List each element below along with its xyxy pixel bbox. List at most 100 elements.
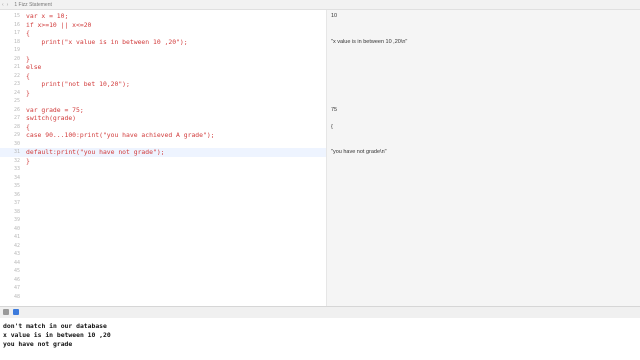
line-number: 32: [13, 157, 20, 164]
code-line[interactable]: 23 print("not bet 10,20");: [0, 80, 326, 89]
code-text[interactable]: {: [26, 123, 30, 132]
line-number: 23: [13, 81, 20, 87]
line-number: 31: [13, 149, 20, 155]
line-number: 15: [13, 13, 20, 19]
code-line[interactable]: 39: [0, 216, 326, 225]
back-icon[interactable]: ‹: [2, 2, 4, 8]
line-number: 42: [13, 242, 20, 249]
line-number: 20: [13, 55, 20, 62]
code-line[interactable]: 15 var x = 10;: [0, 12, 326, 21]
code-line[interactable]: 31 default:print("you have not grade");: [0, 148, 326, 157]
line-number: 19: [13, 47, 20, 53]
nav-arrows: ‹ ›: [2, 2, 8, 8]
line-number: 17: [13, 30, 20, 36]
result-value[interactable]: 75: [331, 107, 337, 113]
code-line[interactable]: 22 {: [0, 72, 326, 81]
code-text[interactable]: print("x value is in between 10 ,20");: [26, 38, 187, 47]
title-bar: ‹ › 1 Fizz Statement: [0, 0, 640, 10]
code-text[interactable]: else: [26, 63, 41, 72]
code-line[interactable]: 17 {: [0, 29, 326, 38]
result-value[interactable]: "you have not grade\n": [331, 149, 387, 155]
code-text[interactable]: }: [26, 89, 30, 98]
result-value[interactable]: {: [331, 124, 333, 130]
code-line[interactable]: 28 {: [0, 123, 326, 132]
console-output: don't match in our database x value is in…: [0, 318, 640, 360]
code-line[interactable]: 25: [0, 97, 326, 106]
code-line[interactable]: 33: [0, 165, 326, 174]
code-line[interactable]: 45: [0, 267, 326, 276]
result-value[interactable]: "x value is in between 10 ,20\n": [331, 39, 407, 45]
code-text[interactable]: if x>=10 || x<=20: [26, 21, 91, 30]
code-line[interactable]: 20}: [0, 55, 326, 64]
line-number: 41: [13, 234, 20, 240]
run-playground-icon[interactable]: [13, 309, 19, 315]
code-line[interactable]: 37: [0, 199, 326, 208]
line-number: 28: [13, 123, 20, 130]
code-line[interactable]: 42: [0, 242, 326, 251]
code-text[interactable]: switch(grade): [26, 114, 76, 123]
console-line: you have not grade: [3, 340, 73, 348]
code-line[interactable]: 34: [0, 174, 326, 183]
code-line[interactable]: 38: [0, 208, 326, 217]
console-line: don't match in our database: [3, 322, 107, 330]
code-line[interactable]: 40: [0, 225, 326, 234]
line-number: 18: [13, 38, 20, 45]
hide-debug-area-icon[interactable]: [3, 309, 9, 315]
line-number: 38: [13, 208, 20, 215]
code-text[interactable]: }: [26, 157, 30, 166]
line-number: 26: [13, 106, 20, 113]
code-line[interactable]: 21 else: [0, 63, 326, 72]
code-text[interactable]: case 90...100:print("you have achieved A…: [26, 131, 215, 140]
code-line[interactable]: 24}: [0, 89, 326, 98]
code-text[interactable]: default:print("you have not grade");: [26, 148, 165, 157]
line-number: 29: [13, 132, 20, 138]
code-line[interactable]: 32}: [0, 157, 326, 166]
line-number: 39: [13, 217, 20, 223]
code-line[interactable]: 35: [0, 182, 326, 191]
code-line[interactable]: 36: [0, 191, 326, 200]
line-number: 34: [13, 174, 20, 181]
console-line: x value is in between 10 ,20: [3, 331, 111, 339]
line-number: 46: [13, 276, 20, 283]
line-number: 37: [13, 200, 20, 206]
results-sidebar: 10 "x value is in between 10 ,20\n" 75 { "yo…: [326, 10, 640, 306]
code-line[interactable]: 16 if x>=10 || x<=20: [0, 21, 326, 30]
line-number: 44: [13, 259, 20, 266]
line-number: 48: [13, 293, 20, 300]
line-number: 35: [13, 183, 20, 189]
code-line[interactable]: 30: [0, 140, 326, 149]
line-number: 22: [13, 72, 20, 79]
code-line[interactable]: 26 var grade = 75;: [0, 106, 326, 115]
code-line[interactable]: 48: [0, 293, 326, 302]
code-line[interactable]: 41: [0, 233, 326, 242]
line-number: 36: [13, 191, 20, 198]
code-text[interactable]: var grade = 75;: [26, 106, 84, 115]
line-number: 45: [13, 268, 20, 274]
line-number: 25: [13, 98, 20, 104]
forward-icon[interactable]: ›: [7, 2, 9, 8]
line-number: 47: [13, 285, 20, 291]
line-number: 43: [13, 251, 20, 257]
code-line[interactable]: 19: [0, 46, 326, 55]
code-line[interactable]: 46: [0, 276, 326, 285]
line-number: 33: [13, 166, 20, 172]
code-line[interactable]: 43: [0, 250, 326, 259]
code-text[interactable]: {: [26, 72, 30, 81]
code-line[interactable]: 29 case 90...100:print("you have achieved…: [0, 131, 326, 140]
code-line[interactable]: 18 print("x value is in between 10 ,20")…: [0, 38, 326, 47]
code-line[interactable]: 47: [0, 284, 326, 293]
code-text[interactable]: print("not bet 10,20");: [26, 80, 130, 89]
code-line[interactable]: 44: [0, 259, 326, 268]
window-title: 1 Fizz Statement: [14, 1, 52, 8]
code-text[interactable]: }: [26, 55, 30, 64]
line-number: 21: [13, 64, 20, 70]
code-text[interactable]: var x = 10;: [26, 12, 68, 21]
line-number: 30: [13, 140, 20, 147]
result-value[interactable]: 10: [331, 13, 337, 19]
line-number: 24: [13, 89, 20, 96]
code-text[interactable]: {: [26, 29, 30, 38]
line-number: 40: [13, 225, 20, 232]
code-editor[interactable]: 15 var x = 10; 16 if x>=10 || x<=20 17 {18 pr…: [0, 10, 326, 306]
line-number: 27: [13, 115, 20, 121]
code-line[interactable]: 27 switch(grade): [0, 114, 326, 123]
